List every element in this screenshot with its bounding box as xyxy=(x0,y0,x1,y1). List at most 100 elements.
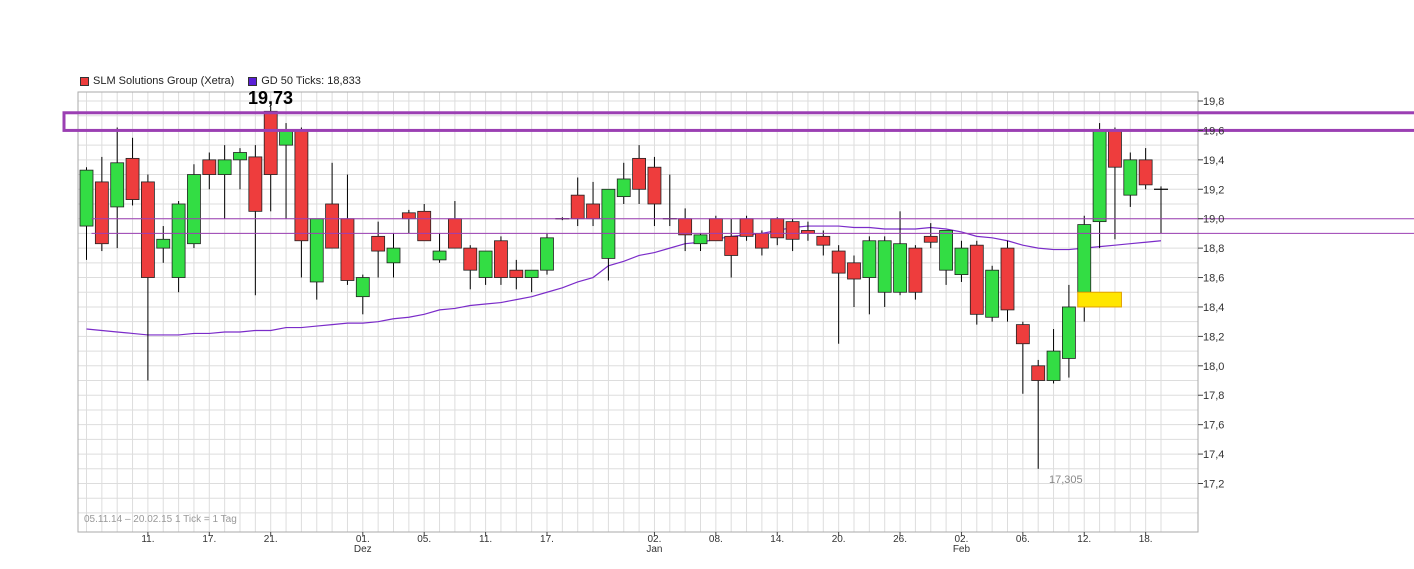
candle xyxy=(785,218,800,252)
candle-down xyxy=(647,166,662,205)
candle xyxy=(847,255,861,307)
candle xyxy=(156,226,171,263)
date-range-label: 05.11.14 – 20.02.15 1 Tick = 1 Tag xyxy=(84,514,237,525)
y-tick-label: 18,6 xyxy=(1203,273,1224,285)
candle xyxy=(739,215,754,241)
candle xyxy=(862,236,877,315)
y-tick-label: 19,2 xyxy=(1203,184,1224,196)
ma-swatch xyxy=(248,76,258,86)
candle xyxy=(125,137,140,206)
candle xyxy=(79,167,94,260)
candle-down xyxy=(494,240,508,278)
candle-down xyxy=(463,247,478,271)
candle xyxy=(171,201,186,293)
candle xyxy=(1000,240,1015,322)
candle xyxy=(801,221,815,241)
candle-down xyxy=(724,235,739,256)
candle xyxy=(248,145,263,296)
candle-down xyxy=(509,269,524,278)
x-month-label: Feb xyxy=(953,544,971,555)
candle xyxy=(524,269,539,293)
candle xyxy=(708,215,723,242)
candle xyxy=(340,174,355,285)
candle-up xyxy=(601,188,616,259)
legend-item-series: SLM Solutions Group (Xetra) xyxy=(80,75,234,87)
candle-up xyxy=(877,240,892,293)
candle xyxy=(601,188,616,281)
y-tick-label: 19,6 xyxy=(1203,125,1224,137)
candle-down xyxy=(401,212,416,220)
candle xyxy=(386,233,401,278)
y-tick-label: 17,4 xyxy=(1203,449,1224,461)
candle-down xyxy=(816,235,831,246)
candle xyxy=(202,152,217,190)
candle-up xyxy=(954,247,969,275)
series-swatch xyxy=(80,76,89,86)
candle-down xyxy=(294,130,309,242)
y-tick-label: 17,2 xyxy=(1203,479,1224,491)
candle-up xyxy=(1062,306,1076,359)
x-axis: 11. 17. 21. 01.Dez05. 11. 17. 02.Jan08. 14. 20. 2… xyxy=(141,532,1153,555)
candle-up xyxy=(939,230,953,271)
high-value-label: 19,73 xyxy=(248,88,294,108)
candle xyxy=(294,127,309,278)
x-tick-label: 26. xyxy=(893,534,907,545)
y-tick-label: 17,6 xyxy=(1203,420,1224,432)
candle xyxy=(140,174,155,381)
candle xyxy=(540,233,554,275)
candle-up xyxy=(355,277,370,298)
candle xyxy=(447,201,462,249)
candle-down xyxy=(755,233,769,249)
candle xyxy=(969,240,984,325)
candle-down xyxy=(1015,324,1030,345)
candle-down xyxy=(969,244,984,315)
candle-down xyxy=(1031,365,1046,381)
y-tick-label: 19,4 xyxy=(1203,155,1224,167)
candle xyxy=(1015,321,1030,394)
x-tick-label: 21. xyxy=(264,534,278,545)
candle xyxy=(1154,186,1168,234)
candle-down xyxy=(140,181,155,278)
candle-up xyxy=(524,269,539,278)
candle xyxy=(1062,284,1076,378)
candle-down xyxy=(923,235,938,243)
candle xyxy=(325,162,340,249)
candle-up xyxy=(79,169,94,227)
candle xyxy=(724,218,739,278)
candle-up xyxy=(233,152,247,161)
y-axis: 19,8 19,6 19,4 19,2 19,0 18,8 18,6 18,4 18,2 18,0… xyxy=(1198,96,1224,491)
candle-down xyxy=(708,218,723,242)
candle xyxy=(755,230,769,256)
candle-down xyxy=(678,218,693,236)
candle xyxy=(616,162,631,204)
candle xyxy=(401,209,416,234)
candle-down xyxy=(125,157,140,200)
x-tick-label: 14. xyxy=(770,534,784,545)
candle-down xyxy=(1000,247,1015,311)
candle-up xyxy=(616,178,631,198)
candle xyxy=(877,236,892,307)
candle xyxy=(463,245,478,290)
candle-down xyxy=(831,250,846,274)
candle xyxy=(816,230,831,256)
candle-down xyxy=(263,110,278,175)
candle-down xyxy=(248,156,263,212)
candle xyxy=(187,164,201,249)
candle xyxy=(94,156,109,252)
x-tick-label: 17. xyxy=(202,534,216,545)
candle xyxy=(770,217,785,246)
x-tick-label: 12. xyxy=(1077,534,1091,545)
candle xyxy=(586,181,600,227)
candle-down xyxy=(847,262,861,280)
x-tick-label: 05. xyxy=(417,534,431,545)
candle-down xyxy=(1108,130,1122,168)
y-tick-label: 19,0 xyxy=(1203,214,1224,226)
candle xyxy=(371,221,386,278)
candle-down xyxy=(94,181,109,245)
candle xyxy=(923,223,938,249)
candle xyxy=(893,211,907,296)
y-tick-label: 18,0 xyxy=(1203,361,1224,373)
candle-up xyxy=(1123,159,1138,196)
candle-down xyxy=(908,247,923,293)
y-tick-label: 18,2 xyxy=(1203,331,1224,343)
